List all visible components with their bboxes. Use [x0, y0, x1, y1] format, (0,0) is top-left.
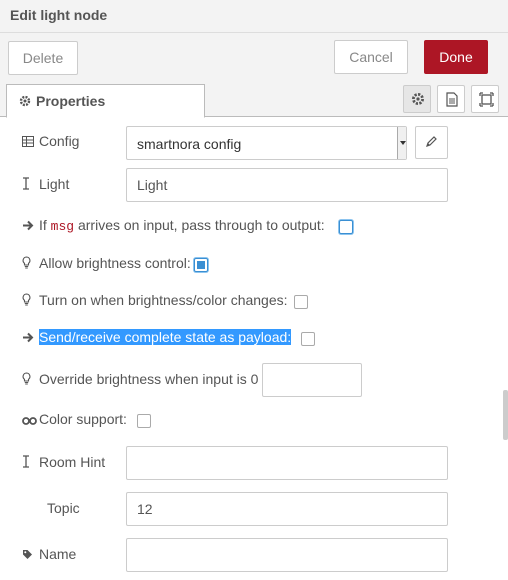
scrollbar[interactable]: [503, 390, 508, 440]
name-label-text: Name: [39, 546, 77, 562]
lightbulb-icon: [22, 372, 36, 388]
config-label: Config: [22, 133, 79, 150]
settings-tab-button[interactable]: [403, 85, 431, 113]
tabs-bar: Properties: [0, 83, 508, 118]
appearance-tab-button[interactable]: [471, 85, 499, 113]
passthrough-prefix: If: [39, 217, 47, 233]
gear-icon: [19, 94, 31, 110]
glasses-icon: [22, 412, 37, 428]
override-input[interactable]: [262, 363, 362, 397]
text-cursor-icon: [22, 455, 36, 471]
override-label: Override brightness when input is 0: [22, 371, 258, 388]
complete-state-checkbox[interactable]: [301, 332, 315, 346]
cancel-button[interactable]: Cancel: [334, 40, 408, 74]
edit-config-button[interactable]: [415, 126, 448, 159]
lightbulb-icon: [22, 293, 36, 309]
dialog-title: Edit light node: [10, 7, 108, 23]
light-label-text: Light: [39, 176, 70, 192]
brightness-label-text: Allow brightness control:: [39, 255, 191, 271]
turnon-label: Turn on when brightness/color changes:: [22, 292, 288, 309]
override-label-text: Override brightness when input is 0: [39, 371, 259, 387]
color-label: Color support:: [22, 411, 127, 428]
tag-icon: [22, 547, 36, 563]
tab-properties-label: Properties: [36, 93, 106, 109]
dropdown-arrow-icon: [397, 127, 406, 159]
config-select[interactable]: smartnora config: [126, 126, 407, 160]
name-input[interactable]: [126, 538, 448, 572]
passthrough-label: If msg arrives on input, pass through to…: [22, 217, 325, 234]
dialog-toolbar: Delete Cancel Done: [0, 33, 508, 83]
lightbulb-icon: [22, 256, 36, 272]
turnon-checkbox[interactable]: [294, 295, 308, 309]
arrow-right-icon: [22, 218, 36, 234]
color-checkbox[interactable]: [137, 414, 151, 428]
config-select-value: smartnora config: [137, 136, 242, 152]
arrow-right-icon: [22, 330, 36, 346]
light-input[interactable]: Light: [126, 168, 448, 202]
text-cursor-icon: [22, 177, 36, 193]
brightness-label: Allow brightness control:: [22, 255, 191, 272]
delete-button[interactable]: Delete: [8, 41, 78, 75]
turnon-label-text: Turn on when brightness/color changes:: [39, 292, 288, 308]
color-label-text: Color support:: [39, 411, 127, 427]
name-label: Name: [22, 546, 76, 563]
config-label-text: Config: [39, 133, 80, 149]
brightness-checkbox[interactable]: [194, 258, 208, 272]
topic-label: Topic: [47, 500, 80, 516]
description-tab-button[interactable]: [437, 85, 465, 113]
done-button[interactable]: Done: [424, 40, 488, 74]
room-hint-input[interactable]: [126, 446, 448, 480]
passthrough-suffix: arrives on input, pass through to output…: [77, 217, 325, 233]
dialog-titlebar: Edit light node: [0, 0, 508, 33]
complete-state-label: Send/receive complete state as payload:: [22, 329, 292, 346]
complete-state-label-text: Send/receive complete state as payload:: [39, 329, 292, 345]
table-icon: [22, 134, 36, 150]
room-hint-label-text: Room Hint: [39, 454, 106, 470]
topic-input[interactable]: 12: [126, 492, 448, 526]
msg-code: msg: [50, 219, 75, 234]
properties-panel: Config smartnora config Light Light If m…: [0, 117, 508, 580]
passthrough-checkbox[interactable]: [339, 220, 353, 234]
light-label: Light: [22, 176, 69, 193]
tab-properties[interactable]: Properties: [6, 84, 205, 118]
room-hint-label: Room Hint: [22, 454, 105, 471]
